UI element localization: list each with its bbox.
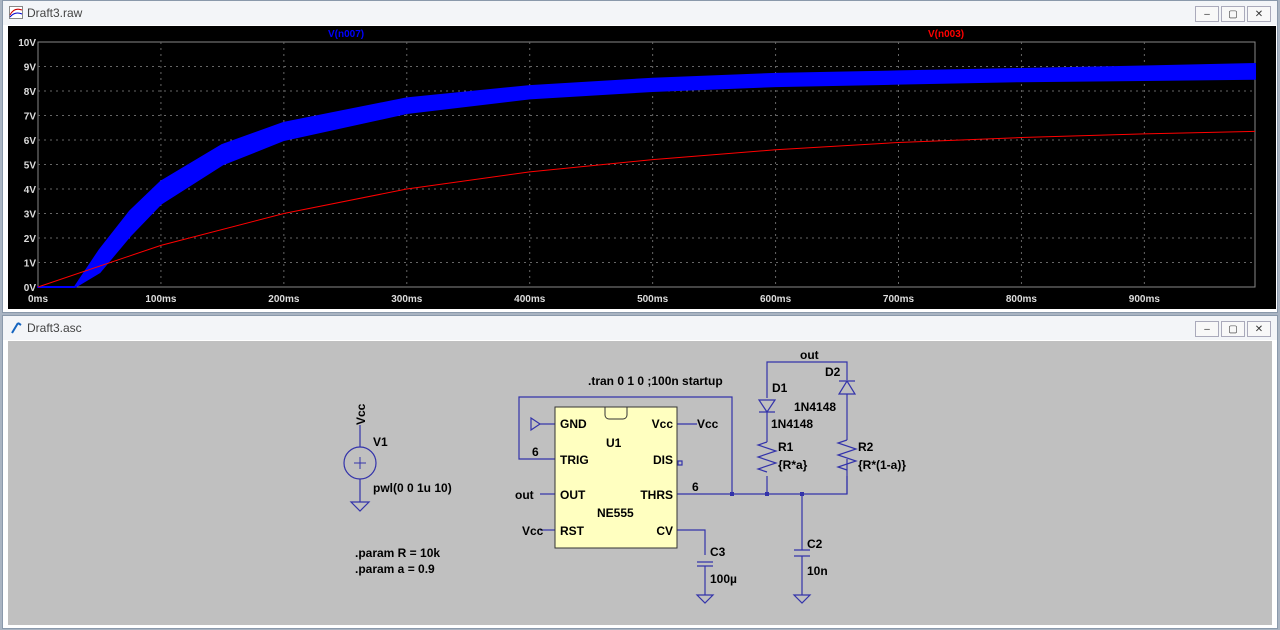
pin-vcc: Vcc (652, 417, 674, 431)
v1-net-label: Vcc (354, 403, 368, 425)
r1-name: R1 (778, 440, 794, 454)
pin-cv: CV (656, 524, 673, 538)
param-r[interactable]: .param R = 10k (355, 546, 440, 560)
schematic-drawing[interactable]: .tran 0 1 0 ;100n startup .param R = 10k… (0, 0, 1280, 630)
net-label-6: 6 (532, 445, 539, 459)
pin-trig: TRIG (560, 453, 589, 467)
d1-part: 1N4148 (771, 417, 813, 431)
net-label-vcc: Vcc (522, 524, 544, 538)
d2-name: D2 (825, 365, 841, 379)
pin-dis: DIS (653, 453, 673, 467)
param-a[interactable]: .param a = 0.9 (355, 562, 435, 576)
net-label-out: out (515, 488, 534, 502)
pin-out: OUT (560, 488, 586, 502)
r1-value: {R*a} (778, 458, 808, 472)
net-label-6: 6 (692, 480, 699, 494)
v1-name: V1 (373, 435, 388, 449)
v1-value: pwl(0 0 1u 10) (373, 481, 452, 495)
r2-value: {R*(1-a)} (858, 458, 906, 472)
r2-name: R2 (858, 440, 874, 454)
c2-value: 10n (807, 564, 828, 578)
net-label-out: out (800, 348, 819, 362)
u1-part: NE555 (597, 506, 634, 520)
net-label-vcc: Vcc (697, 417, 719, 431)
u1-name: U1 (606, 436, 622, 450)
tran-directive[interactable]: .tran 0 1 0 ;100n startup (588, 374, 723, 388)
d1-name: D1 (772, 381, 788, 395)
c3-value: 100µ (710, 572, 737, 586)
pin-rst: RST (560, 524, 585, 538)
v1-plus-sign (354, 457, 366, 469)
c2-name: C2 (807, 537, 823, 551)
d2-part: 1N4148 (794, 400, 836, 414)
pin-thrs: THRS (640, 488, 673, 502)
c3-name: C3 (710, 545, 726, 559)
pin-gnd: GND (560, 417, 587, 431)
